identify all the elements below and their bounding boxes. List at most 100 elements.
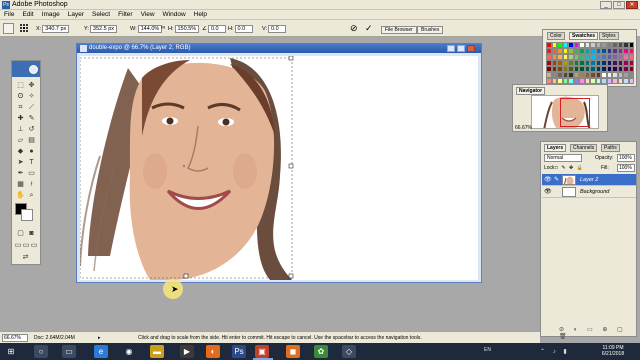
- jump-to-imageready-icon[interactable]: ⇄: [21, 253, 30, 262]
- background-color-swatch[interactable]: [21, 209, 33, 221]
- hand-tool-icon[interactable]: ✋: [16, 191, 25, 200]
- commit-transform-icon[interactable]: ✓: [365, 23, 373, 34]
- eyedropper-tool-icon[interactable]: ⟊: [27, 180, 36, 189]
- system-tray[interactable]: EN: [484, 347, 491, 353]
- y-input[interactable]: 352.5 px: [89, 24, 118, 33]
- status-zoom-input[interactable]: 66.67%: [2, 334, 28, 342]
- firefox-icon[interactable]: ◐: [206, 345, 220, 358]
- history-brush-tool-icon[interactable]: ↺: [27, 125, 36, 134]
- layer-row-background[interactable]: 👁 Background: [542, 186, 636, 198]
- document-minimize-button[interactable]: [447, 45, 455, 52]
- link-icon[interactable]: ∞: [161, 25, 165, 31]
- document-close-button[interactable]: [467, 45, 475, 52]
- menu-edit[interactable]: Edit: [22, 11, 33, 18]
- chrome-icon[interactable]: ◉: [122, 345, 136, 358]
- reference-point-icon[interactable]: [20, 24, 29, 33]
- x-input[interactable]: 340.7 px: [42, 24, 70, 33]
- language-indicator[interactable]: EN: [484, 347, 491, 353]
- quick-mask-mode-icon[interactable]: ◙: [27, 229, 36, 238]
- layer-action-icons[interactable]: ⊘ ◐ ▭ ⊕ ▢ 🗑: [559, 326, 636, 340]
- task-view-icon[interactable]: ▭: [62, 345, 76, 358]
- menu-help[interactable]: Help: [194, 11, 207, 18]
- tab-swatches[interactable]: Swatches: [569, 32, 599, 40]
- edge-icon[interactable]: e: [94, 345, 108, 358]
- shape-tool-icon[interactable]: ▭: [27, 169, 36, 178]
- vskew-input[interactable]: 0.0: [268, 24, 286, 33]
- width-input[interactable]: 144.0%: [137, 24, 163, 33]
- office-icon[interactable]: ◼: [286, 345, 300, 358]
- menu-view[interactable]: View: [141, 11, 155, 18]
- navigator-zoom[interactable]: 66.67%: [515, 125, 532, 131]
- pen-tool-icon[interactable]: ✒: [16, 169, 25, 178]
- app-icon[interactable]: ◇: [342, 345, 356, 358]
- document-maximize-button[interactable]: [457, 45, 465, 52]
- file-browser-tab[interactable]: File Browser: [381, 26, 417, 34]
- lasso-tool-icon[interactable]: ʘ: [16, 92, 25, 101]
- tab-styles[interactable]: Styles: [599, 32, 619, 40]
- clone-stamp-tool-icon[interactable]: ⊥: [16, 125, 25, 134]
- menu-window[interactable]: Window: [163, 11, 186, 18]
- status-menu-icon[interactable]: ▸: [98, 335, 101, 341]
- gradient-tool-icon[interactable]: ▤: [27, 136, 36, 145]
- screen-mode-full-icon[interactable]: ▭: [30, 241, 38, 250]
- screen-mode-standard-icon[interactable]: ▭: [14, 241, 22, 250]
- slice-tool-icon[interactable]: ⟋: [27, 103, 36, 112]
- close-button[interactable]: ✕: [626, 1, 638, 9]
- menu-filter[interactable]: Filter: [118, 11, 132, 18]
- fill-input[interactable]: 100%: [617, 164, 635, 172]
- layer-row-layer-2[interactable]: 👁 ✎ Layer 2: [542, 174, 636, 186]
- menu-image[interactable]: Image: [42, 11, 60, 18]
- search-icon[interactable]: ○: [34, 345, 48, 358]
- transform-tool-icon[interactable]: [3, 23, 14, 34]
- dodge-tool-icon[interactable]: ●: [27, 147, 36, 156]
- navigator-view-box[interactable]: [560, 98, 590, 127]
- photoshop-taskbar-icon[interactable]: Ps: [232, 345, 246, 358]
- layer-visibility-eye-icon[interactable]: 👁: [544, 188, 552, 196]
- crop-tool-icon[interactable]: ⌗: [16, 103, 25, 112]
- menu-layer[interactable]: Layer: [68, 11, 84, 18]
- taskbar-clock[interactable]: 11:09 PM 6/21/2018: [596, 345, 630, 357]
- marquee-tool-icon[interactable]: ⬚: [16, 81, 25, 90]
- brush-tool-icon[interactable]: ✎: [27, 114, 36, 123]
- layer-visibility-eye-icon[interactable]: 👁: [544, 176, 552, 184]
- notes-tool-icon[interactable]: ▦: [16, 180, 25, 189]
- tab-paths[interactable]: Paths: [601, 144, 620, 152]
- tab-channels[interactable]: Channels: [570, 144, 598, 152]
- opacity-input[interactable]: 100%: [617, 154, 635, 162]
- tab-color[interactable]: Color: [547, 32, 565, 40]
- hskew-input[interactable]: 0.0: [234, 24, 253, 33]
- tab-navigator[interactable]: Navigator: [516, 87, 546, 95]
- maximize-button[interactable]: □: [613, 1, 625, 9]
- tray-icons[interactable]: ⌃ ♪ ▮: [540, 348, 570, 355]
- screen-mode-full-menu-icon[interactable]: ▭: [22, 241, 30, 250]
- file-explorer-icon[interactable]: ▬: [150, 345, 164, 358]
- zoom-tool-icon[interactable]: ⌕: [27, 191, 36, 200]
- menu-select[interactable]: Select: [92, 11, 110, 18]
- green-app-icon[interactable]: ✿: [314, 345, 328, 358]
- lock-icons[interactable]: □ ✎ ✥ 🔒: [555, 165, 584, 171]
- blur-tool-icon[interactable]: ◆: [16, 147, 25, 156]
- document-title-bar[interactable]: double-expo @ 66.7% (Layer 2, RGB): [77, 44, 481, 53]
- menu-file[interactable]: File: [4, 11, 14, 18]
- adobe-online-eye-icon[interactable]: [29, 65, 38, 74]
- app-taskbar-icon[interactable]: ▣: [255, 345, 269, 358]
- angle-input[interactable]: 0.0: [207, 24, 226, 33]
- swatch-cell[interactable]: [628, 78, 634, 84]
- tab-layers[interactable]: Layers: [544, 144, 567, 152]
- navigator-thumbnail[interactable]: [531, 95, 599, 129]
- brushes-tab[interactable]: Brushes: [417, 26, 444, 34]
- minimize-button[interactable]: _: [600, 1, 612, 9]
- path-selection-tool-icon[interactable]: ➤: [16, 158, 25, 167]
- document-canvas[interactable]: [80, 56, 478, 280]
- move-tool-icon[interactable]: ✥: [27, 81, 36, 90]
- type-tool-icon[interactable]: T: [27, 158, 36, 167]
- blend-mode-select[interactable]: Normal: [544, 154, 582, 162]
- start-icon[interactable]: ⊞: [4, 345, 18, 358]
- height-input[interactable]: 150.5%: [174, 24, 200, 33]
- eraser-tool-icon[interactable]: ▱: [16, 136, 25, 145]
- cancel-transform-icon[interactable]: ⊘: [350, 23, 358, 34]
- magic-wand-tool-icon[interactable]: ✧: [27, 92, 36, 101]
- healing-brush-tool-icon[interactable]: ✚: [16, 114, 25, 123]
- standard-mode-icon[interactable]: ▢: [16, 229, 25, 238]
- media-player-icon[interactable]: ▶: [180, 345, 194, 358]
